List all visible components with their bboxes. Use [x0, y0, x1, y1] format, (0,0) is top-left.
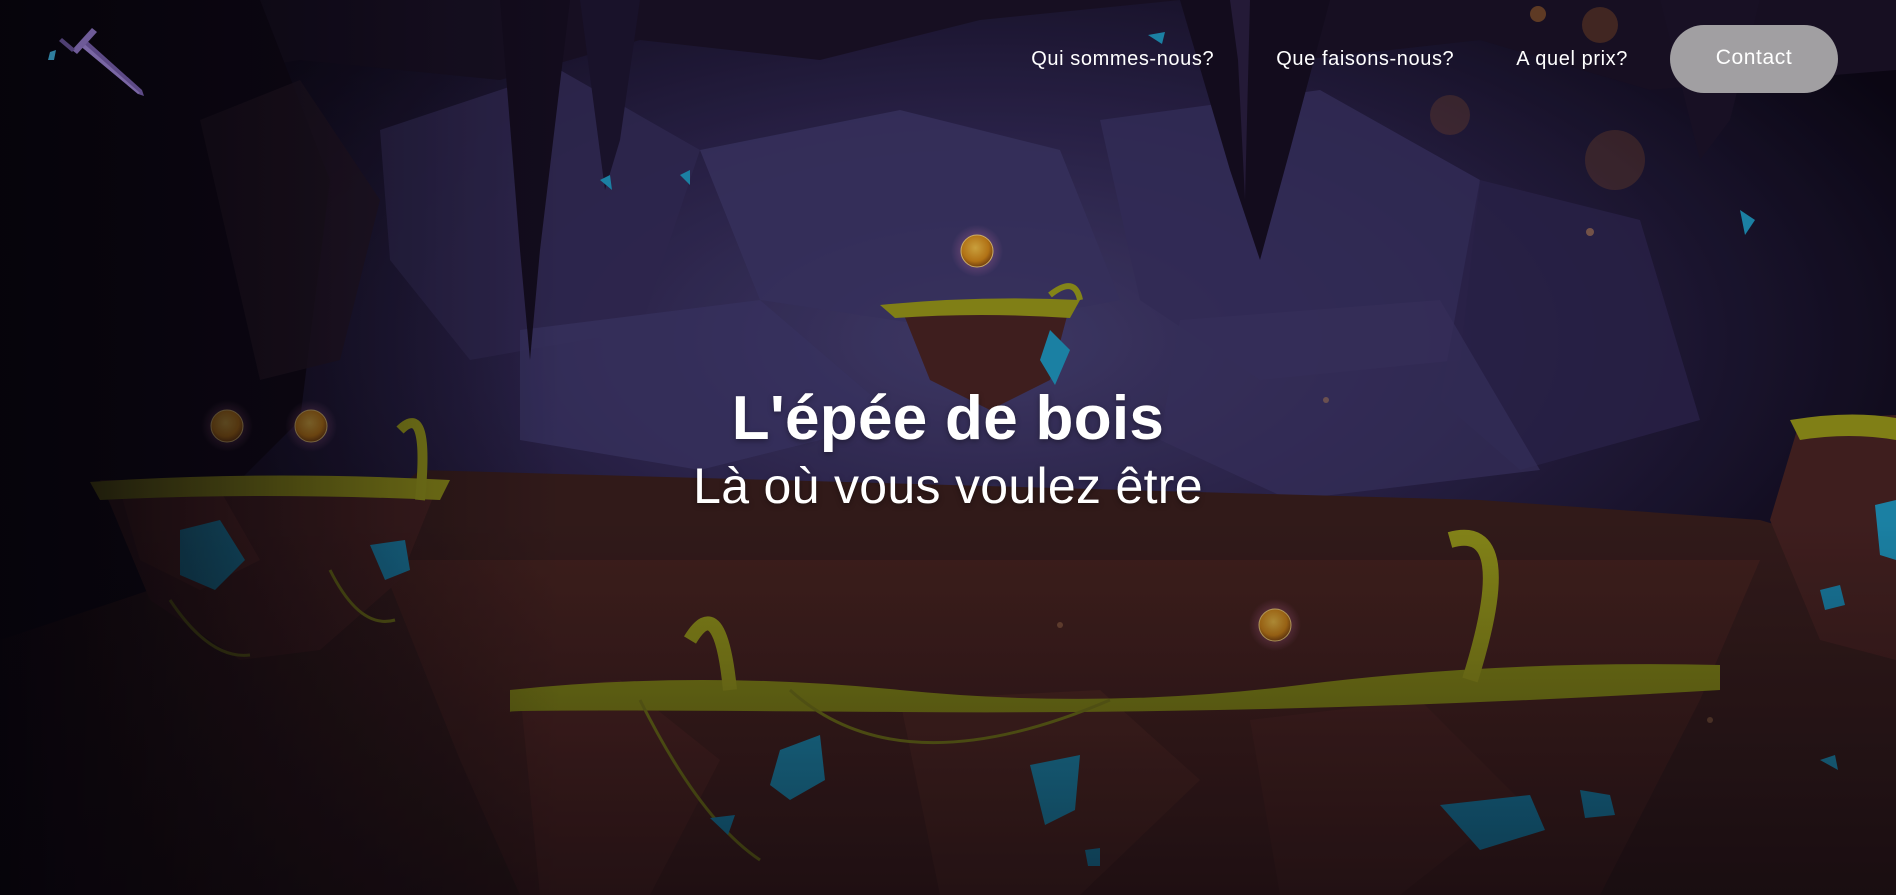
- nav-link-about[interactable]: Qui sommes-nous?: [1031, 48, 1214, 71]
- nav-links: Qui sommes-nous? Que faisons-nous? A que…: [1031, 25, 1838, 93]
- hero-subtitle: Là où vous voulez être: [693, 458, 1203, 514]
- hero-section: Qui sommes-nous? Que faisons-nous? A que…: [0, 0, 1896, 895]
- top-navbar: Qui sommes-nous? Que faisons-nous? A que…: [0, 0, 1896, 120]
- sword-logo-icon[interactable]: [44, 16, 154, 98]
- contact-button[interactable]: Contact: [1670, 25, 1838, 93]
- nav-link-services[interactable]: Que faisons-nous?: [1276, 48, 1454, 71]
- hero-title: L'épée de bois: [731, 384, 1165, 453]
- nav-link-pricing[interactable]: A quel prix?: [1516, 48, 1628, 71]
- hero-text-block: L'épée de bois Là où vous voulez être: [0, 382, 1896, 516]
